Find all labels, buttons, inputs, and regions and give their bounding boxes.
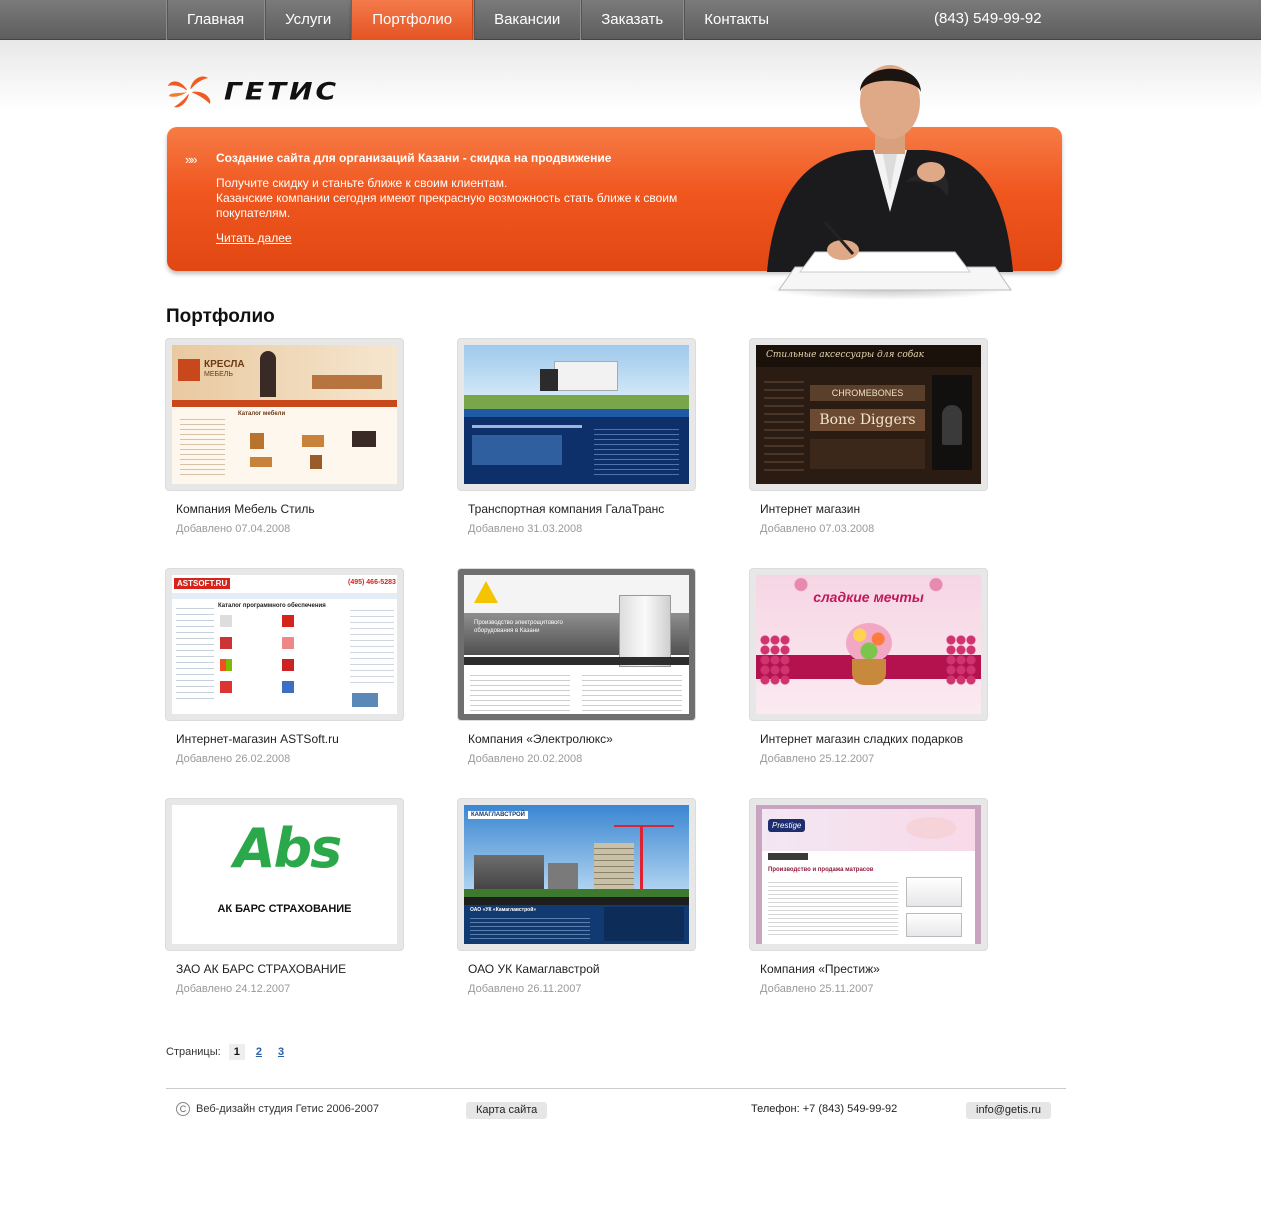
page-1-current: 1 (228, 1044, 245, 1060)
portfolio-card: КАМАГЛАВСТРОЙ ОАО «УК «Камаглавстрой» ОА… (458, 799, 695, 995)
flower-logo-icon (168, 76, 211, 108)
double-chevron-icon: »» (185, 152, 198, 167)
portfolio-card: Производство электрощитового оборудовани… (458, 569, 695, 765)
portfolio-date: Добавлено 25.12.2007 (760, 753, 875, 765)
nav-item-vacancies[interactable]: Вакансии (473, 0, 580, 40)
portfolio-thumbnail[interactable]: КАМАГЛАВСТРОЙ ОАО «УК «Камаглавстрой» (458, 799, 695, 950)
portfolio-card: Abs АК БАРС СТРАХОВАНИЕ ЗАО АК БАРС СТРА… (166, 799, 403, 995)
portfolio-thumbnail[interactable]: КРЕСЛА МЕБЕЛЬ Каталог мебели (166, 339, 403, 490)
nav-item-services[interactable]: Услуги (264, 0, 351, 40)
thumb-text: МЕБЕЛЬ (204, 371, 233, 378)
portfolio-title-link[interactable]: Интернет магазин (760, 502, 987, 516)
thumb-text: КРЕСЛА (204, 359, 245, 370)
banner-line-1: Получите скидку и станьте ближе к своим … (216, 176, 508, 190)
pagination: Страницы: 1 2 3 (166, 1044, 289, 1060)
banner-text: Получите скидку и станьте ближе к своим … (216, 176, 686, 221)
portfolio-thumbnail[interactable]: ASTSOFT.RU (495) 466-5283 Каталог програ… (166, 569, 403, 720)
portfolio-title-link[interactable]: Интернет магазин сладких подарков (760, 732, 987, 746)
portfolio-date: Добавлено 25.11.2007 (760, 983, 874, 995)
portfolio-card: Транспортная компания ГалаТранс Добавлен… (458, 339, 695, 535)
page-title: Портфолио (166, 306, 275, 327)
thumb-text: CHROMEBONES (810, 385, 925, 401)
portfolio-date: Добавлено 07.04.2008 (176, 523, 291, 535)
nav-item-portfolio[interactable]: Портфолио (351, 0, 474, 45)
portfolio-date: Добавлено 07.03.2008 (760, 523, 875, 535)
portfolio-date: Добавлено 20.02.2008 (468, 753, 583, 765)
nav-item-order[interactable]: Заказать (580, 0, 683, 40)
copyright: C Веб-дизайн студия Гетис 2006-2007 (176, 1102, 379, 1116)
sitemap-link[interactable]: Карта сайта (466, 1102, 548, 1119)
thumb-text: (495) 466-5283 (348, 579, 396, 586)
copyright-icon: C (176, 1102, 190, 1116)
thumb-text: Prestige (768, 819, 806, 832)
portfolio-card: Стильные аксессуары для собак CHROMEBONE… (750, 339, 987, 535)
thumb-text: сладкие мечты (813, 589, 924, 605)
thumb-text: Bone Diggers (810, 409, 925, 431)
portfolio-thumbnail[interactable]: сладкие мечты (750, 569, 987, 720)
portfolio-thumbnail[interactable]: Abs АК БАРС СТРАХОВАНИЕ (166, 799, 403, 950)
portfolio-title-link[interactable]: Транспортная компания ГалаТранс (468, 502, 695, 516)
nav-item-home[interactable]: Главная (166, 0, 264, 40)
portfolio-thumbnail[interactable] (458, 339, 695, 490)
portfolio-thumbnail[interactable]: Производство электрощитового оборудовани… (458, 569, 695, 720)
site-logo[interactable]: ГЕТИС (166, 72, 339, 110)
thumb-text: КАМАГЛАВСТРОЙ (468, 811, 528, 819)
portfolio-title-link[interactable]: Компания «Электролюкс» (468, 732, 695, 746)
portfolio-date: Добавлено 31.03.2008 (468, 523, 583, 535)
portfolio-date: Добавлено 26.02.2008 (176, 753, 291, 765)
thumb-text: АК БАРС СТРАХОВАНИЕ (217, 903, 352, 915)
portfolio-title-link[interactable]: ОАО УК Камаглавстрой (468, 962, 695, 976)
thumb-text: Каталог мебели (238, 411, 286, 417)
portfolio-date: Добавлено 26.11.2007 (468, 983, 582, 995)
footer-divider (166, 1088, 1066, 1089)
read-more-link[interactable]: Читать далее (216, 231, 292, 245)
portfolio-card: сладкие мечты Интернет магазин сладких п… (750, 569, 987, 765)
thumb-text: ASTSOFT.RU (174, 578, 231, 589)
thumb-text: Abs (233, 817, 343, 880)
pagination-label: Страницы: (166, 1046, 221, 1058)
portfolio-title-link[interactable]: Компания Мебель Стиль (176, 502, 403, 516)
portfolio-title-link[interactable]: ЗАО АК БАРС СТРАХОВАНИЕ (176, 962, 403, 976)
portfolio-title-link[interactable]: Интернет-магазин ASTSoft.ru (176, 732, 403, 746)
main-nav: Главная Услуги Портфолио Вакансии Заказа… (166, 0, 789, 45)
thumb-text: Производство и продажа матрасов (768, 867, 874, 873)
businessman-photo (765, 65, 1015, 300)
portfolio-thumbnail[interactable]: Стильные аксессуары для собак CHROMEBONE… (750, 339, 987, 490)
copyright-text: Веб-дизайн студия Гетис 2006-2007 (196, 1103, 379, 1115)
thumb-text: ОАО «УК «Камаглавстрой» (470, 907, 537, 913)
portfolio-card: ASTSOFT.RU (495) 466-5283 Каталог програ… (166, 569, 403, 765)
thumb-text: Каталог программного обеспечения (218, 603, 326, 609)
portfolio-thumbnail[interactable]: Prestige Производство и продажа матрасов (750, 799, 987, 950)
logo-text: ГЕТИС (224, 76, 340, 106)
email-link[interactable]: info@getis.ru (966, 1102, 1051, 1119)
portfolio-card: КРЕСЛА МЕБЕЛЬ Каталог мебели Компания Ме… (166, 339, 403, 535)
thumb-text: Стильные аксессуары для собак (766, 350, 924, 360)
portfolio-card: Prestige Производство и продажа матрасов… (750, 799, 987, 995)
banner-title: Создание сайта для организаций Казани - … (216, 151, 612, 165)
header-phone: (843) 549-99-92 (934, 10, 1042, 27)
nav-item-contacts[interactable]: Контакты (683, 0, 789, 40)
banner-line-2: Казанские компании сегодня имеют прекрас… (216, 191, 678, 220)
page-2-link[interactable]: 2 (251, 1044, 267, 1060)
portfolio-date: Добавлено 24.12.2007 (176, 983, 291, 995)
footer-phone: Телефон: +7 (843) 549-99-92 (751, 1103, 898, 1115)
thumb-text: Производство электрощитового оборудовани… (474, 620, 563, 634)
top-navigation-bar: Главная Услуги Портфолио Вакансии Заказа… (0, 0, 1261, 45)
portfolio-title-link[interactable]: Компания «Престиж» (760, 962, 987, 976)
page-3-link[interactable]: 3 (273, 1044, 289, 1060)
